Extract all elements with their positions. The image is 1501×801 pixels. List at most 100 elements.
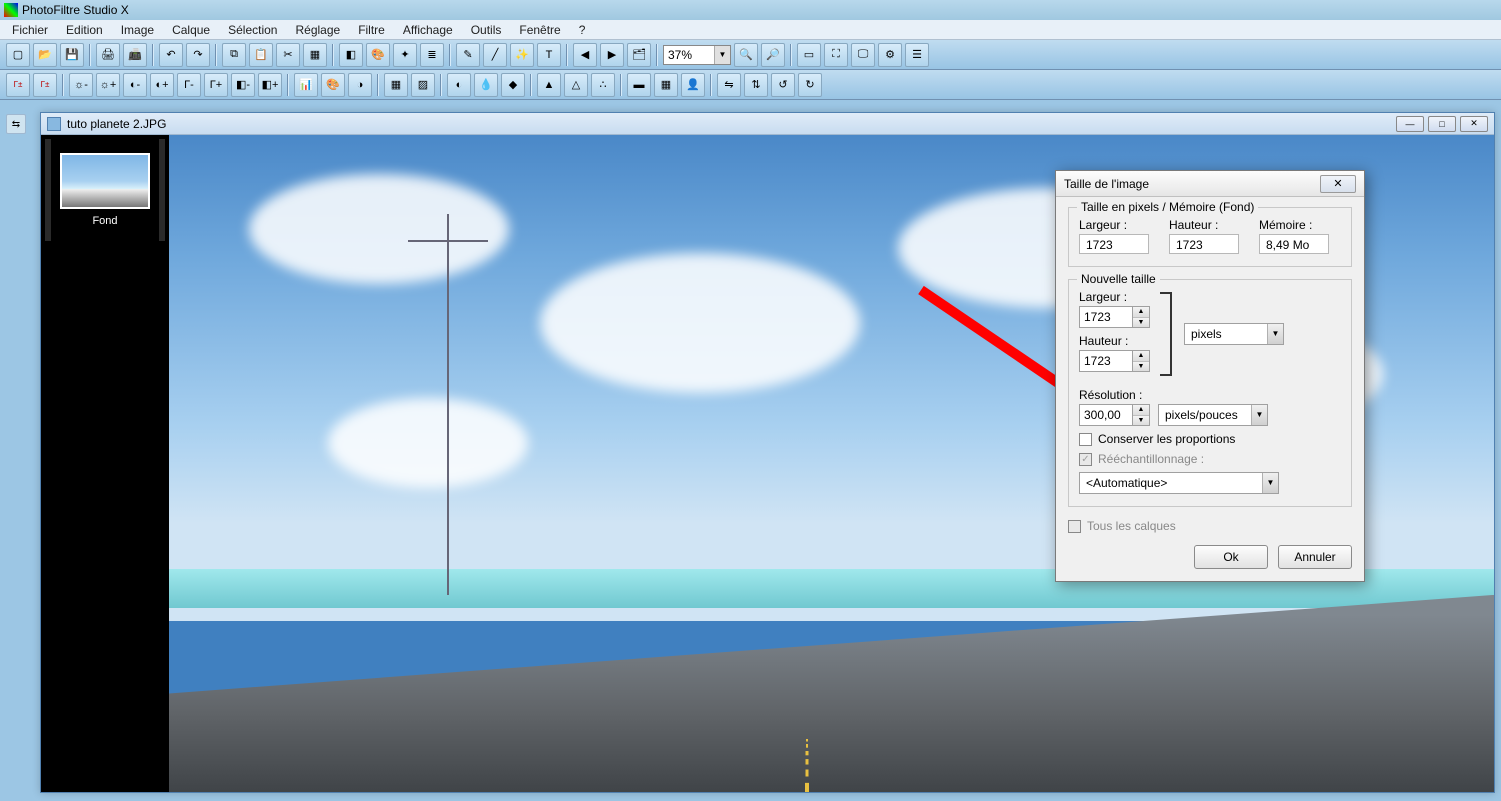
width-spinner[interactable]: ▲▼ [1133,306,1150,328]
size-unit-combo[interactable]: pixels ▼ [1184,323,1284,345]
close-button[interactable]: ✕ [1460,116,1488,132]
text-icon[interactable]: T [537,43,561,67]
crop-icon[interactable]: ✂ [276,43,300,67]
brush-icon[interactable]: ✎ [456,43,480,67]
scanner-icon[interactable]: 📠 [123,43,147,67]
invert-icon[interactable]: ◐ [447,73,471,97]
separator [530,74,532,96]
memory-value: 8,49 Mo [1259,234,1329,254]
wand-icon[interactable]: ✨ [510,43,534,67]
gamma-plus-icon[interactable]: Γ+ [204,73,228,97]
redo-icon[interactable]: ↷ [186,43,210,67]
auto-contrast-icon[interactable]: Γ± [33,73,57,97]
minimize-button[interactable]: — [1396,116,1424,132]
save-icon[interactable]: 💾 [60,43,84,67]
paste-icon[interactable]: 📋 [249,43,273,67]
blur-icon[interactable]: 💧 [474,73,498,97]
menu-filtre[interactable]: Filtre [350,21,393,39]
document-title: tuto planete 2.JPG [67,117,1390,131]
resolution-input[interactable] [1079,404,1133,426]
grayscale-icon[interactable]: ▦ [384,73,408,97]
gamma-minus-icon[interactable]: Γ- [177,73,201,97]
chevron-down-icon[interactable]: ▼ [1262,473,1278,493]
flip-v-icon[interactable]: ⇅ [744,73,768,97]
document-titlebar[interactable]: tuto planete 2.JPG — □ ✕ [41,113,1494,135]
ok-button[interactable]: Ok [1194,545,1268,569]
photomask-icon[interactable]: 👤 [681,73,705,97]
histogram-icon[interactable]: 📊 [294,73,318,97]
zoom-out-icon[interactable]: 🔎 [761,43,785,67]
menu-fichier[interactable]: Fichier [4,21,56,39]
menubar: Fichier Edition Image Calque Sélection R… [0,20,1501,40]
brightness-plus-icon[interactable]: ☼+ [96,73,120,97]
maximize-button[interactable]: □ [1428,116,1456,132]
chevron-down-icon[interactable]: ▼ [1251,405,1267,425]
chevron-down-icon[interactable]: ▼ [714,46,730,64]
panel-toggle-icon[interactable]: ⇆ [6,114,26,134]
palette-icon[interactable]: 🎨 [366,43,390,67]
print-icon[interactable]: 🖨 [96,43,120,67]
menu-reglage[interactable]: Réglage [287,21,348,39]
line-icon[interactable]: ╱ [483,43,507,67]
rotate-right-icon[interactable]: ↻ [798,73,822,97]
saturation-minus-icon[interactable]: ◧- [231,73,255,97]
saturation-plus-icon[interactable]: ◧+ [258,73,282,97]
height-spinner[interactable]: ▲▼ [1133,350,1150,372]
tile-icon[interactable]: ▦ [654,73,678,97]
resample-mode-combo[interactable]: <Automatique> ▼ [1079,472,1279,494]
menu-help[interactable]: ? [571,21,594,39]
resample-checkbox[interactable]: ✓ [1079,453,1092,466]
rotate-left-icon[interactable]: ↺ [771,73,795,97]
keep-proportions-checkbox[interactable] [1079,433,1092,446]
layers-icon[interactable]: ≣ [420,43,444,67]
zoom-in-icon[interactable]: 🔍 [734,43,758,67]
brightness-minus-icon[interactable]: ☼- [69,73,93,97]
explorer-icon[interactable]: 🗂 [627,43,651,67]
resolution-spinner[interactable]: ▲▼ [1133,404,1150,426]
hue-icon[interactable]: 🎨 [321,73,345,97]
preferences-icon[interactable]: ☰ [905,43,929,67]
open-icon[interactable]: 📂 [33,43,57,67]
slideshow-icon[interactable]: 🖵 [851,43,875,67]
sharpen-icon[interactable]: ◆ [501,73,525,97]
rgb-icon[interactable]: ▦ [303,43,327,67]
contrast-minus-icon[interactable]: ◐- [123,73,147,97]
close-button[interactable]: ✕ [1320,175,1356,193]
menu-selection[interactable]: Sélection [220,21,285,39]
image-size-icon[interactable]: ◧ [339,43,363,67]
noise-icon[interactable]: ∴ [591,73,615,97]
zoom-input[interactable] [664,46,714,64]
current-width-value: 1723 [1079,234,1149,254]
cancel-button[interactable]: Annuler [1278,545,1352,569]
edge-icon[interactable]: △ [564,73,588,97]
menu-affichage[interactable]: Affichage [395,21,461,39]
chevron-down-icon[interactable]: ▼ [1267,324,1283,344]
resolution-unit-combo[interactable]: pixels/pouces ▼ [1158,404,1268,426]
relief-icon[interactable]: ▲ [537,73,561,97]
menu-edition[interactable]: Edition [58,21,111,39]
layer-item[interactable]: Fond [45,139,165,241]
menu-image[interactable]: Image [113,21,162,39]
sepia-icon[interactable]: ▨ [411,73,435,97]
new-width-input[interactable] [1079,306,1133,328]
new-height-input[interactable] [1079,350,1133,372]
auto-level-icon[interactable]: Γ± [6,73,30,97]
menu-outils[interactable]: Outils [463,21,510,39]
copy-icon[interactable]: ⧉ [222,43,246,67]
fit-icon[interactable]: ▭ [797,43,821,67]
undo-icon[interactable]: ↶ [159,43,183,67]
fx-icon[interactable]: ✦ [393,43,417,67]
dialog-titlebar[interactable]: Taille de l'image ✕ [1056,171,1364,197]
color-balance-icon[interactable]: ◑ [348,73,372,97]
nav-next-icon[interactable]: ▶ [600,43,624,67]
new-icon[interactable]: ▢ [6,43,30,67]
menu-fenetre[interactable]: Fenêtre [511,21,568,39]
flip-h-icon[interactable]: ⇋ [717,73,741,97]
nav-prev-icon[interactable]: ◀ [573,43,597,67]
menu-calque[interactable]: Calque [164,21,218,39]
automate-icon[interactable]: ⚙ [878,43,902,67]
zoom-combo[interactable]: ▼ [663,45,731,65]
fullscreen-icon[interactable]: ⛶ [824,43,848,67]
contrast-plus-icon[interactable]: ◐+ [150,73,174,97]
gradient-icon[interactable]: ▬ [627,73,651,97]
